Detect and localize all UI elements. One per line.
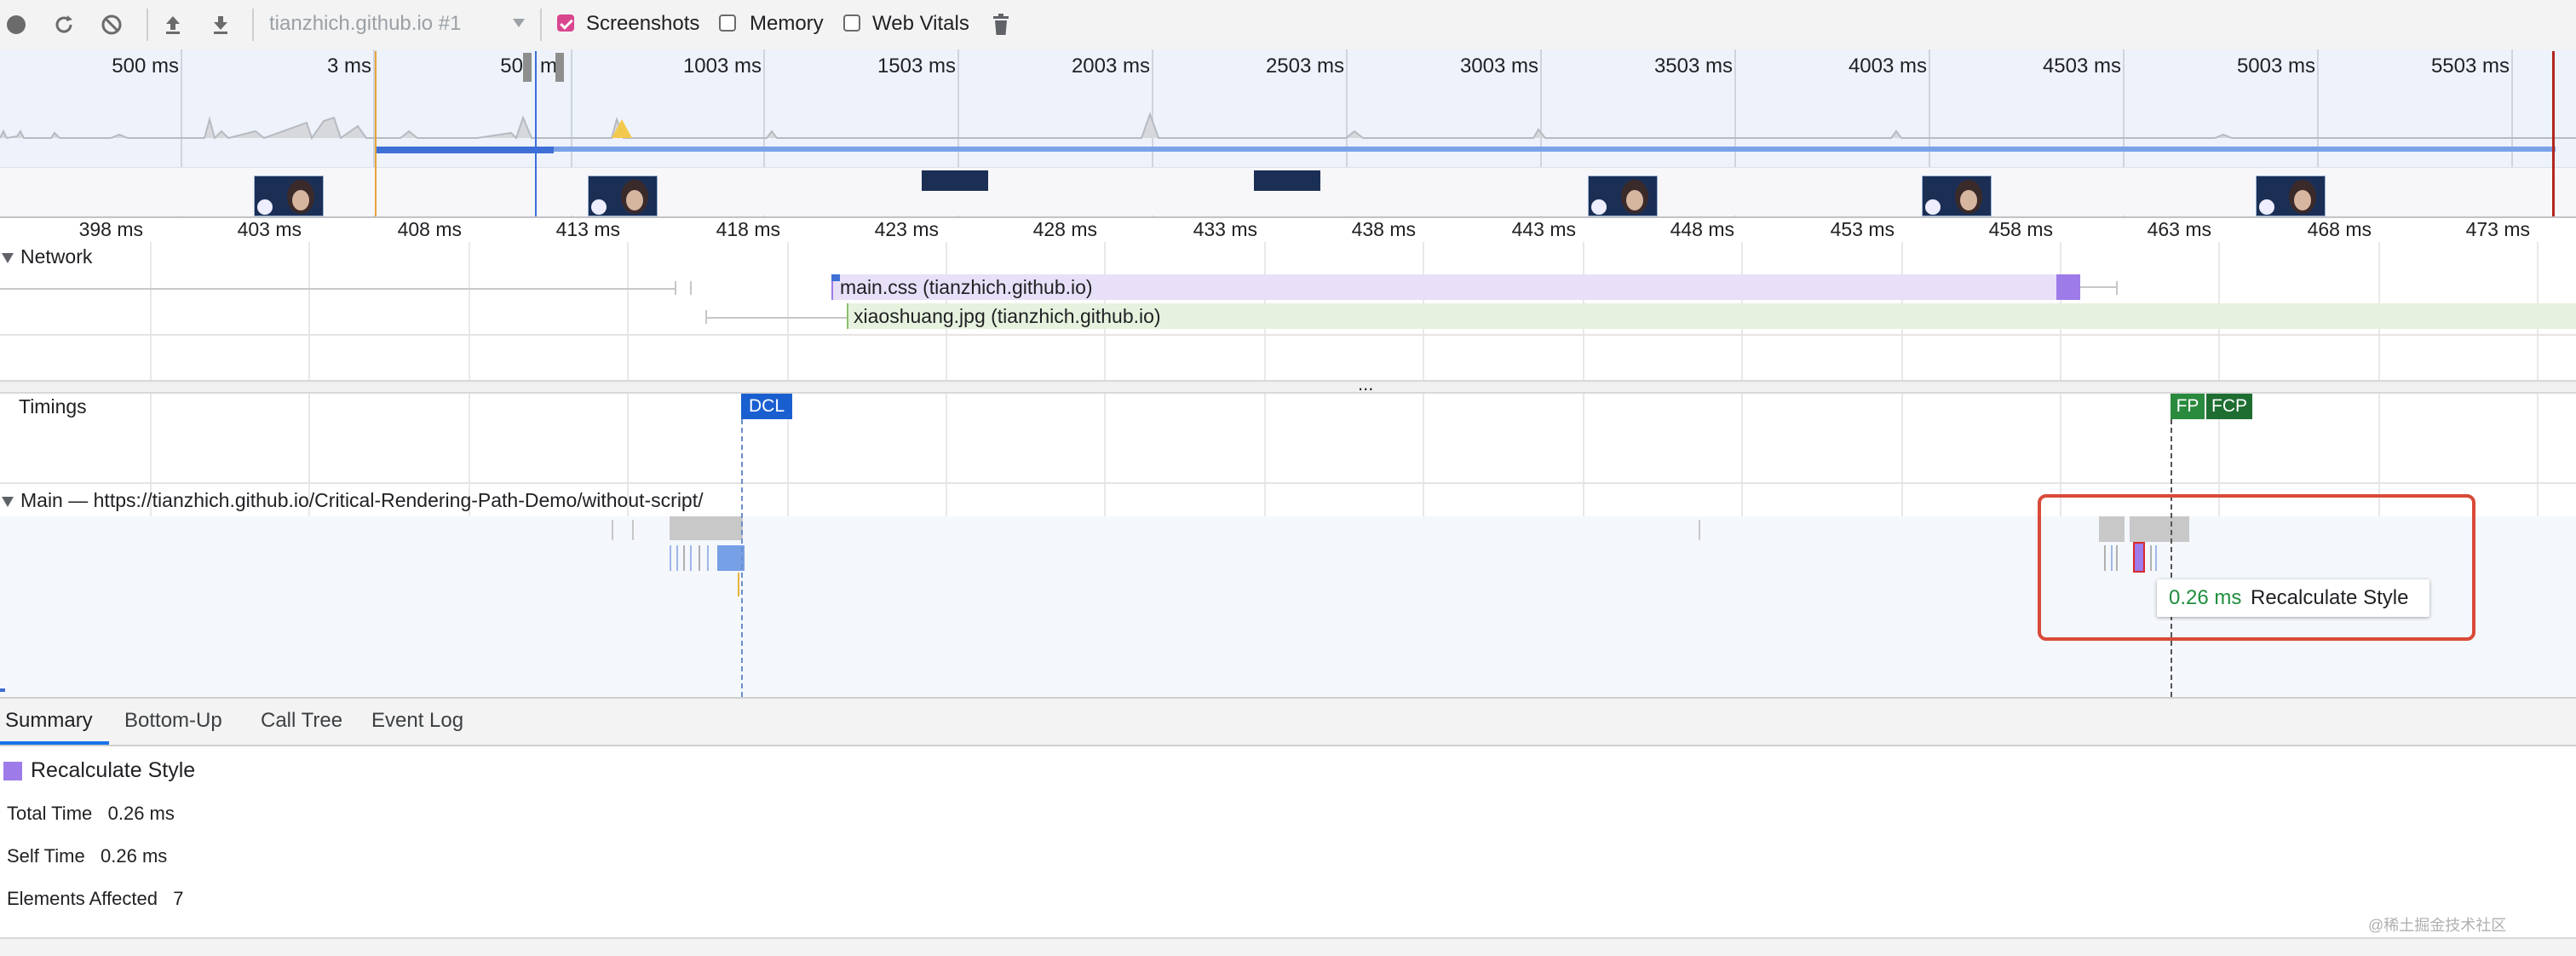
track-resizer[interactable] <box>0 380 2576 394</box>
highlight-annotation <box>2038 494 2475 641</box>
clear-icon[interactable] <box>97 10 126 39</box>
ruler-label: 433 ms <box>1193 218 1257 240</box>
network-request-xiaoshuang-jpg[interactable]: xiaoshuang.jpg (tianzhich.github.io) <box>847 303 2576 329</box>
tab-call-tree[interactable]: Call Tree <box>261 709 342 733</box>
overview-marker-line <box>535 51 537 216</box>
screenshot-thumbnail[interactable] <box>1922 176 1992 216</box>
ruler-label: 468 ms <box>2307 218 2372 240</box>
ruler-label: 453 ms <box>1830 218 1895 240</box>
overview-tick-label: m <box>540 55 557 78</box>
network-request-receive-segment <box>2056 274 2080 300</box>
tab-bottom-up[interactable]: Bottom-Up <box>124 709 222 733</box>
fp-marker[interactable]: FP <box>2171 394 2205 419</box>
cpu-activity-graph <box>0 112 2576 140</box>
overview-end-line <box>2552 51 2555 216</box>
overview-tick-label: 500 ms <box>112 55 179 78</box>
ruler-label: 473 ms <box>2465 218 2530 240</box>
ruler-label: 448 ms <box>1670 218 1734 240</box>
fcp-marker[interactable]: FCP <box>2206 394 2252 419</box>
overview-tick-label: 5503 ms <box>2430 55 2510 78</box>
ruler-label: 438 ms <box>1351 218 1416 240</box>
summary-row-elements-affected: Elements Affected 7 <box>7 888 184 910</box>
ruler-label: 458 ms <box>1988 218 2053 240</box>
overview-tick-label: 2503 ms <box>1265 55 1344 78</box>
more-options-icon[interactable]: ... <box>1358 373 1373 395</box>
bottom-scroll-area <box>0 937 2576 956</box>
trash-icon[interactable] <box>986 10 1015 39</box>
screenshot-thumbnail[interactable] <box>922 170 988 191</box>
recording-select[interactable]: tianzhich.github.io #1 <box>269 12 462 36</box>
selection-handle-left[interactable] <box>523 53 532 82</box>
screenshot-thumbnail[interactable] <box>254 176 324 216</box>
expand-triangle-icon[interactable] <box>2 252 14 263</box>
ruler-label: 423 ms <box>874 218 939 240</box>
ruler-label: 398 ms <box>78 218 143 240</box>
record-icon[interactable] <box>2 10 31 39</box>
screenshot-thumbnail[interactable] <box>2256 176 2326 216</box>
expand-triangle-icon[interactable] <box>2 496 14 507</box>
overview-tick-label: 4003 ms <box>1848 55 1927 78</box>
event-color-swatch <box>3 762 22 780</box>
overview-tick-label: 3503 ms <box>1653 55 1733 78</box>
dcl-line <box>741 419 743 697</box>
overview-tick-label: 1503 ms <box>877 55 956 78</box>
details-tabs: Summary Bottom-Up Call Tree Event Log <box>0 697 2576 746</box>
selection-handle-right[interactable] <box>555 53 564 82</box>
dcl-marker[interactable]: DCL <box>741 394 792 419</box>
overview-tick-label: 3 ms <box>326 55 371 78</box>
task-subevents <box>670 545 709 571</box>
overview-range-bar <box>375 147 2556 152</box>
overview-tick-label: 3003 ms <box>1459 55 1538 78</box>
ruler-label: 413 ms <box>555 218 620 240</box>
memory-checkbox[interactable] <box>719 14 736 32</box>
summary-row-value: 0.26 ms <box>107 803 175 824</box>
overview-tick-label: 2003 ms <box>1071 55 1150 78</box>
ruler-label: 408 ms <box>397 218 462 240</box>
memory-label: Memory <box>750 12 824 35</box>
task-block[interactable] <box>670 516 743 540</box>
main-thread-header[interactable]: Main — https://tianzhich.github.io/Criti… <box>2 489 704 512</box>
overview-tick-label: 50 <box>500 55 523 78</box>
summary-row-label: Total Time <box>7 803 93 824</box>
ruler-label: 418 ms <box>716 218 780 240</box>
ruler-label: 403 ms <box>237 218 302 240</box>
time-ruler: 398 ms 403 ms 408 ms 413 ms 418 ms 423 m… <box>0 216 2576 244</box>
save-profile-icon[interactable] <box>206 10 235 39</box>
network-track-header[interactable]: Network <box>2 245 92 268</box>
network-track-title: Network <box>20 245 93 268</box>
summary-title: Recalculate Style <box>31 758 196 782</box>
timeline-overview[interactable]: 500 ms 3 ms 50 m 1003 ms 1503 ms 2003 ms… <box>0 49 2576 216</box>
screenshot-thumbnail[interactable] <box>588 176 658 216</box>
summary-row-value: 7 <box>173 888 184 909</box>
overview-tick-label: 1003 ms <box>682 55 762 78</box>
ruler-label: 443 ms <box>1511 218 1576 240</box>
ruler-label: 463 ms <box>2147 218 2211 240</box>
timings-track-title[interactable]: Timings <box>19 395 87 418</box>
load-profile-icon[interactable] <box>158 10 187 39</box>
screenshots-checkbox[interactable] <box>557 14 574 32</box>
web-vitals-label: Web Vitals <box>872 12 969 35</box>
summary-row-label: Elements Affected <box>7 888 158 909</box>
summary-row-value: 0.26 ms <box>101 845 168 867</box>
toolbar: tianzhich.github.io #1 Screenshots Memor… <box>0 0 2576 51</box>
main-thread-title: Main — https://tianzhich.github.io/Criti… <box>20 489 704 511</box>
ruler-label: 428 ms <box>1032 218 1097 240</box>
overview-tick-label: 4503 ms <box>2042 55 2121 78</box>
screenshots-label: Screenshots <box>586 12 700 35</box>
summary-row-total-time: Total Time 0.26 ms <box>7 803 175 825</box>
summary-row-label: Self Time <box>7 845 85 867</box>
network-request-main-css[interactable]: main.css (tianzhich.github.io) <box>831 274 2077 300</box>
summary-row-self-time: Self Time 0.26 ms <box>7 845 167 867</box>
watermark: @稀土掘金技术社区 <box>2368 917 2507 934</box>
active-tab-indicator <box>0 741 109 745</box>
chevron-down-icon[interactable] <box>513 19 525 27</box>
overview-marker-line <box>375 51 377 216</box>
overview-tick-label: 5003 ms <box>2236 55 2315 78</box>
screenshot-thumbnail[interactable] <box>1254 170 1320 191</box>
tab-summary[interactable]: Summary <box>5 709 93 733</box>
reload-icon[interactable] <box>49 10 78 39</box>
web-vitals-checkbox[interactable] <box>843 14 860 32</box>
screenshot-thumbnail[interactable] <box>1588 176 1658 216</box>
tab-event-log[interactable]: Event Log <box>371 709 463 733</box>
